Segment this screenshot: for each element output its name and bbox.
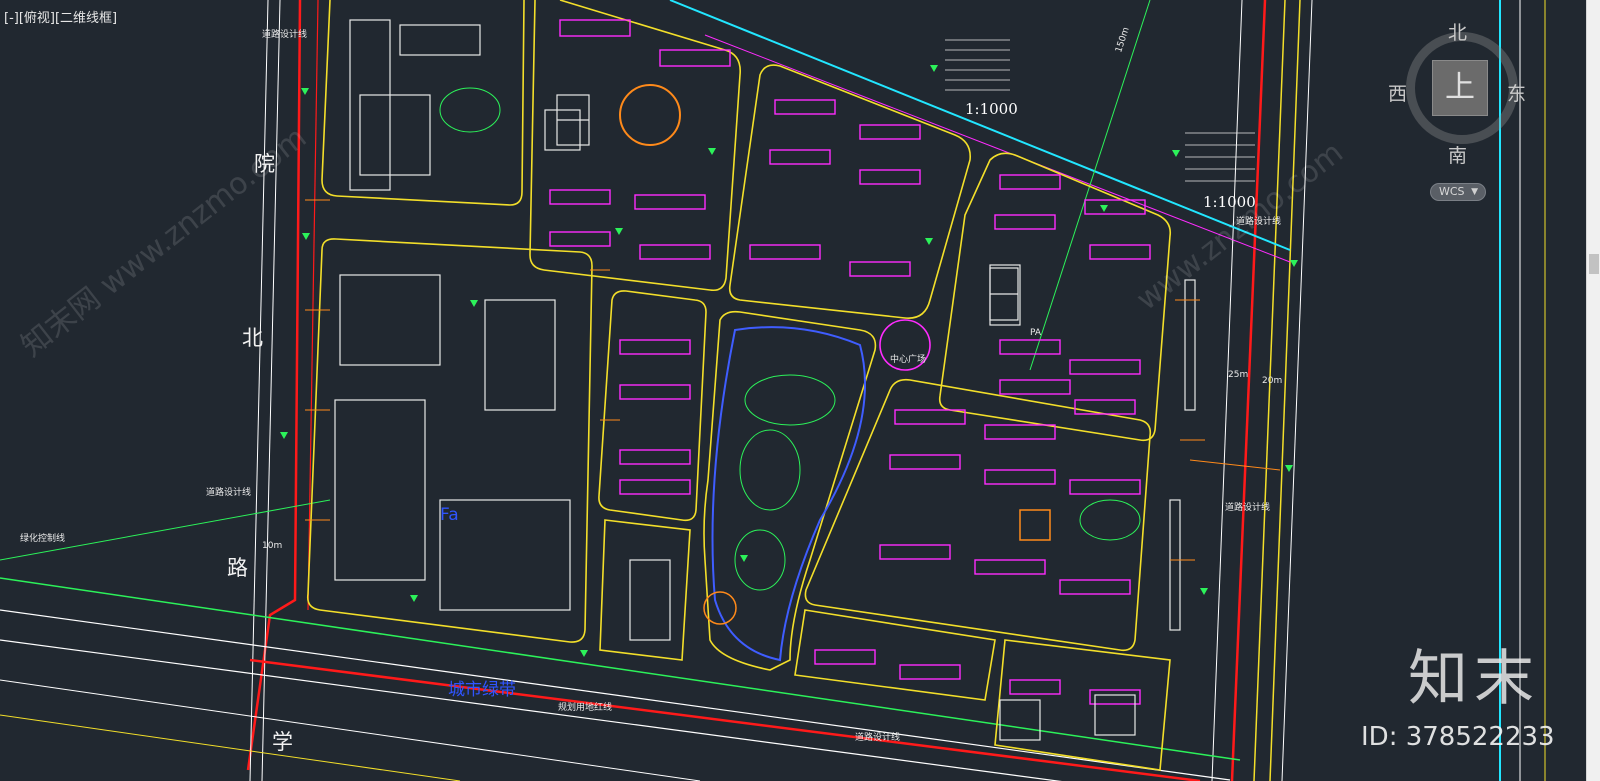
dimension-right-a: 25m xyxy=(1228,370,1249,380)
vertical-scrollbar[interactable] xyxy=(1586,0,1600,781)
chevron-down-icon: ▼ xyxy=(1471,187,1478,197)
dimension-right-b: 20m xyxy=(1262,376,1283,386)
compass-east[interactable]: 东 xyxy=(1507,79,1526,106)
residential-buildings xyxy=(549,19,1151,705)
green-belt-label: 城市绿带 xyxy=(448,680,516,700)
lot-tag: Fa xyxy=(440,505,459,525)
viewport-controls-label[interactable]: [-][俯视][二维线框] xyxy=(4,7,117,26)
wcs-label: WCS xyxy=(1439,185,1465,198)
label-design-line-5: 道路设计线 xyxy=(855,733,901,743)
drawing-viewport[interactable]: [-][俯视][二维线框] 院 北 路 学 1:1000 1:1000 150m… xyxy=(0,0,1586,781)
cad-site-plan[interactable] xyxy=(0,0,1586,781)
label-red-line: 规划用地红线 xyxy=(558,703,613,713)
label-design-line-4: 道路设计线 xyxy=(1225,503,1271,513)
label-pa: PA xyxy=(1030,328,1042,338)
dimension-left: 10m xyxy=(262,541,283,551)
watermark-logo: 知末 xyxy=(1408,644,1540,714)
tennis-courts xyxy=(556,94,1019,321)
watermark-id: ID: 378522233 xyxy=(1361,722,1555,752)
road-name-char-3: 路 xyxy=(227,556,248,580)
compass-north[interactable]: 北 xyxy=(1448,18,1467,45)
navigation-viewcube[interactable]: 北 南 东 西 上 WCS ▼ xyxy=(1388,18,1542,208)
scrollbar-thumb[interactable] xyxy=(1589,254,1599,274)
label-green-control-line: 绿化控制线 xyxy=(20,534,66,544)
site-blocks xyxy=(306,0,1172,771)
label-design-line-2: 道路设计线 xyxy=(206,488,252,498)
road-name-char-4: 学 xyxy=(272,730,293,754)
road-name-char-2: 北 xyxy=(242,326,263,350)
viewcube-top-face[interactable]: 上 xyxy=(1432,60,1488,116)
wcs-dropdown[interactable]: WCS ▼ xyxy=(1430,183,1486,201)
outer-roads xyxy=(0,0,1546,781)
scale-label-1: 1:1000 xyxy=(965,100,1018,118)
compass-south[interactable]: 南 xyxy=(1448,141,1467,168)
label-design-line-1: 道路设计线 xyxy=(262,30,308,40)
label-central-plaza: 中心广场 xyxy=(890,355,927,365)
compass-west[interactable]: 西 xyxy=(1388,79,1407,106)
elevation-markers xyxy=(280,65,1298,657)
